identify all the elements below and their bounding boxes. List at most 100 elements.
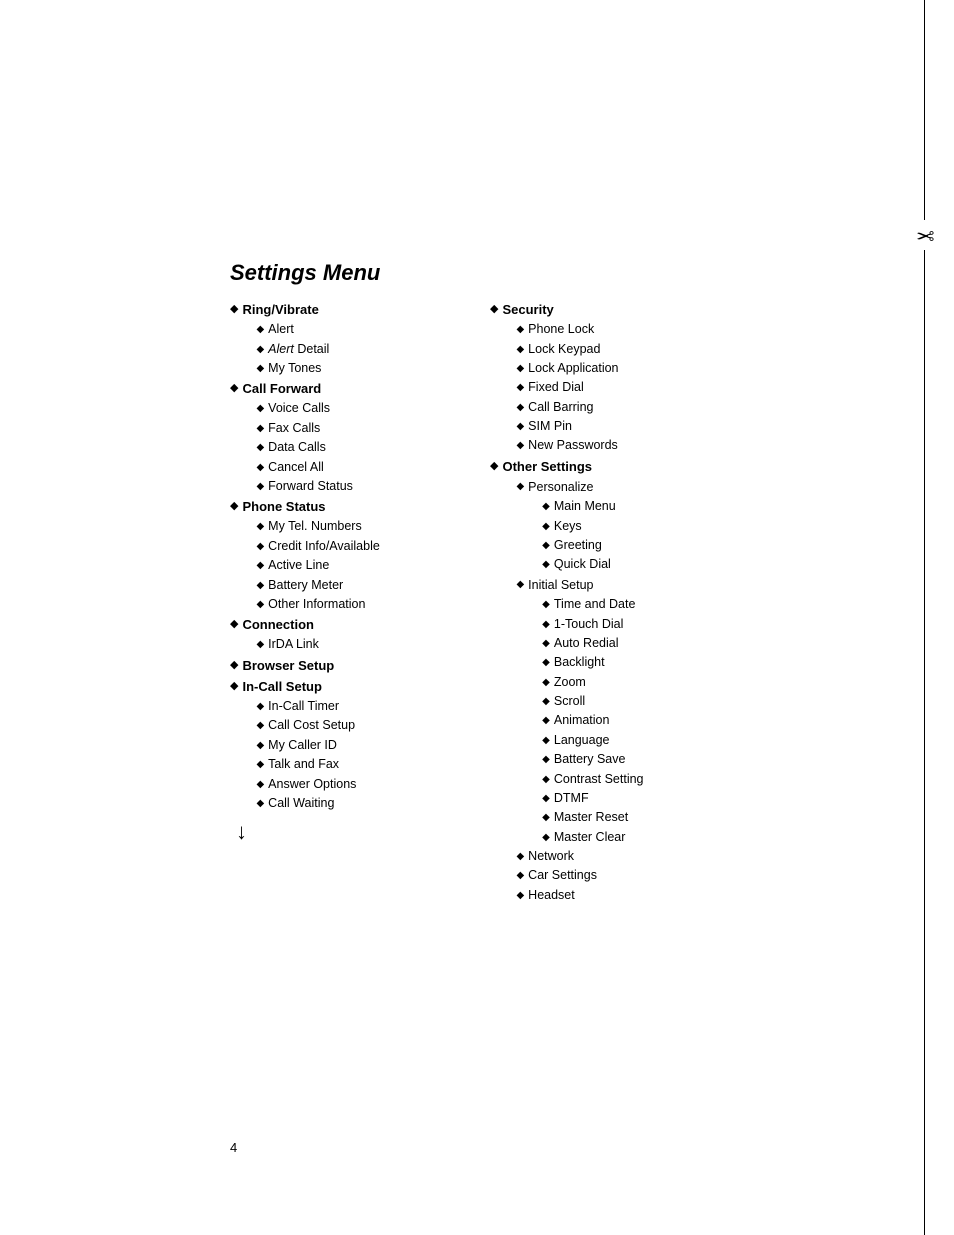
list-item: ◆ Answer Options <box>256 775 356 794</box>
arrow-icon: ◆ <box>542 499 550 515</box>
list-item: ◆ In-Call Setup ◆ In-Call Timer ◆ Call C… <box>230 677 490 813</box>
item-label: Headset <box>528 886 575 905</box>
list-item: ◆ IrDA Link <box>256 635 318 654</box>
arrow-icon: ◆ <box>256 597 264 613</box>
item-label: Call Barring <box>528 398 593 417</box>
page-content: Settings Menu ◆ Ring/Vibrate ◆ Alert ◆ <box>230 260 850 906</box>
arrow-icon: ◆ <box>256 738 264 754</box>
bullet-icon: ◆ <box>230 616 238 633</box>
arrow-icon: ◆ <box>256 796 264 812</box>
bullet-icon: ◆ <box>490 458 498 475</box>
section-label: Ring/Vibrate <box>242 302 318 317</box>
item-label: Other Information <box>268 595 365 614</box>
arrow-icon: ◆ <box>256 361 264 377</box>
list-item: ◆ Ring/Vibrate ◆ Alert ◆ Alert Detail <box>230 300 490 378</box>
item-label: Credit Info/Available <box>268 537 380 556</box>
arrow-icon: ◆ <box>256 460 264 476</box>
bullet-icon: ◆ <box>230 657 238 674</box>
section-label: Browser Setup <box>242 656 334 676</box>
list-item: ◆ Quick Dial <box>542 555 616 574</box>
section-label: Other Settings <box>502 459 592 474</box>
item-label: IrDA Link <box>268 635 319 654</box>
list-item: ◆ My Tones <box>256 359 329 378</box>
cut-line-bottom <box>924 250 925 1235</box>
item-label: Master Reset <box>554 808 628 827</box>
item-label: In-Call Timer <box>268 697 339 716</box>
list-item: ◆ Scroll <box>542 692 643 711</box>
list-item: ◆ Other Settings ◆ Personalize ◆ <box>490 457 770 905</box>
sub-items: ◆ My Tel. Numbers ◆ Credit Info/Availabl… <box>242 517 379 614</box>
list-item: ◆ Credit Info/Available <box>256 537 379 556</box>
arrow-icon: ◆ <box>256 757 264 773</box>
item-label: My Caller ID <box>268 736 337 755</box>
item-label: Fax Calls <box>268 419 320 438</box>
item-label: Animation <box>554 711 610 730</box>
down-arrow: ↓ <box>236 819 490 845</box>
list-item: ◆ Alert Detail <box>256 340 329 359</box>
item-label: Greeting <box>554 536 602 555</box>
section-label: Phone Status <box>242 499 325 514</box>
list-item: ◆ Headset <box>516 886 643 905</box>
list-item: ◆ Language <box>542 731 643 750</box>
list-item: ◆ My Tel. Numbers <box>256 517 379 536</box>
sub-sub-items: ◆ Time and Date ◆ 1-Touch Dial ◆ <box>528 595 643 847</box>
arrow-icon: ◆ <box>542 655 550 671</box>
item-label: Network <box>528 847 574 866</box>
arrow-icon: ◆ <box>256 519 264 535</box>
list-item: ◆ Network <box>516 847 643 866</box>
list-item: ◆ Other Information <box>256 595 379 614</box>
bullet-icon: ◆ <box>230 498 238 515</box>
bullet-icon: ◆ <box>230 678 238 695</box>
list-item: ◆ Initial Setup ◆ Time and Date ◆ <box>516 575 643 847</box>
bullet-icon: ◆ <box>230 380 238 397</box>
item-label: Forward Status <box>268 477 353 496</box>
item-label: Lock Keypad <box>528 340 600 359</box>
arrow-icon: ◆ <box>542 733 550 749</box>
item-label: Auto Redial <box>554 634 619 653</box>
list-item: ◆ Call Forward ◆ Voice Calls ◆ Fax Calls <box>230 379 490 496</box>
list-item: ◆ Phone Lock <box>516 320 618 339</box>
arrow-icon: ◆ <box>516 419 524 435</box>
item-label: Personalize <box>528 480 593 494</box>
item-label: Voice Calls <box>268 399 330 418</box>
item-label: Fixed Dial <box>528 378 584 397</box>
arrow-icon: ◆ <box>256 342 264 358</box>
list-item: ◆ Time and Date <box>542 595 643 614</box>
item-label: Phone Lock <box>528 320 594 339</box>
item-label: Alert Detail <box>268 340 329 359</box>
list-item: ◆ Fixed Dial <box>516 378 618 397</box>
arrow-icon: ◆ <box>516 400 524 416</box>
item-label: DTMF <box>554 789 589 808</box>
arrow-icon: ◆ <box>516 868 524 884</box>
item-label: New Passwords <box>528 436 618 455</box>
arrow-icon: ◆ <box>542 557 550 573</box>
item-label: Zoom <box>554 673 586 692</box>
columns-container: ◆ Ring/Vibrate ◆ Alert ◆ Alert Detail <box>230 300 850 906</box>
list-item: ◆ Master Clear <box>542 828 643 847</box>
arrow-icon: ◆ <box>256 401 264 417</box>
item-label: My Tones <box>268 359 321 378</box>
item-label: Main Menu <box>554 497 616 516</box>
arrow-icon: ◆ <box>256 558 264 574</box>
section-label: Connection <box>242 617 314 632</box>
arrow-icon: ◆ <box>542 538 550 554</box>
arrow-icon: ◆ <box>256 421 264 437</box>
list-item: ◆ Voice Calls <box>256 399 352 418</box>
arrow-icon: ◆ <box>542 791 550 807</box>
list-item: ◆ Connection ◆ IrDA Link <box>230 615 490 655</box>
item-label: Keys <box>554 517 582 536</box>
item-label: Language <box>554 731 610 750</box>
cut-line-top <box>924 0 925 220</box>
item-label: Car Settings <box>528 866 597 885</box>
list-item: ◆ Personalize ◆ Main Menu ◆ <box>516 477 643 575</box>
list-item: ◆ Master Reset <box>542 808 643 827</box>
sub-items: ◆ Phone Lock ◆ Lock Keypad ◆ Lock Applic… <box>502 320 618 456</box>
arrow-icon: ◆ <box>542 675 550 691</box>
list-item: ◆ Fax Calls <box>256 419 352 438</box>
arrow-icon: ◆ <box>256 440 264 456</box>
list-item: ◆ 1-Touch Dial <box>542 615 643 634</box>
item-label: SIM Pin <box>528 417 572 436</box>
section-label: Call Forward <box>242 381 321 396</box>
arrow-icon: ◆ <box>542 810 550 826</box>
item-label: Cancel All <box>268 458 324 477</box>
